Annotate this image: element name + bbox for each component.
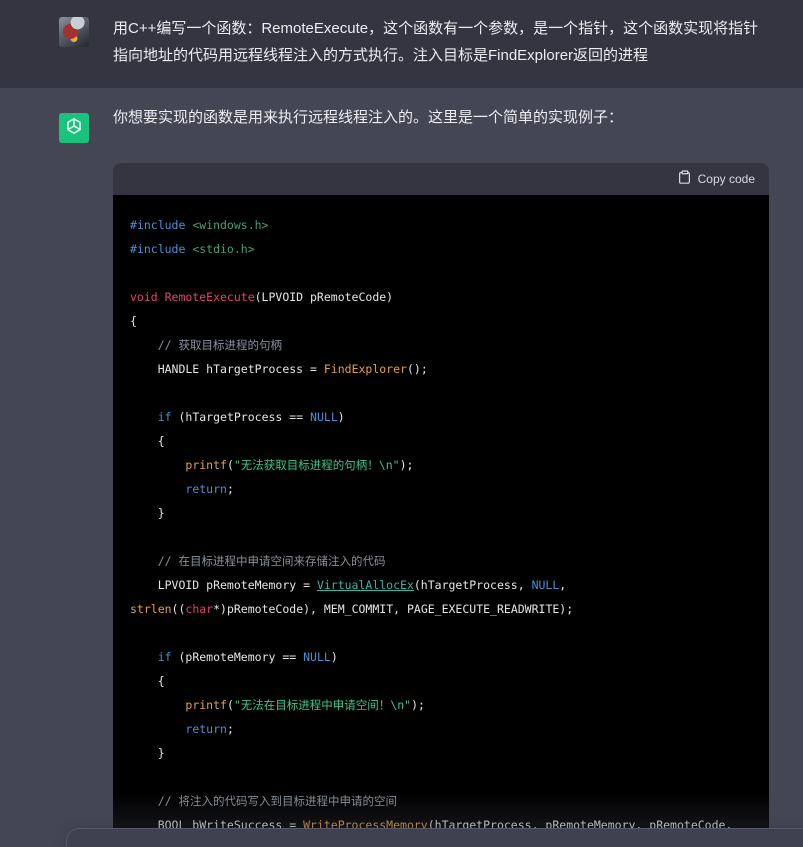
assistant-avatar bbox=[59, 113, 89, 143]
code-block-header: Copy code bbox=[113, 163, 769, 195]
code-line: printf("无法在目标进程中申请空间！\n"); bbox=[185, 698, 425, 712]
clipboard-icon bbox=[678, 170, 691, 188]
copy-code-button[interactable]: Copy code bbox=[678, 170, 755, 188]
copy-code-label: Copy code bbox=[697, 172, 755, 186]
code-body: #include <windows.h> #include <stdio.h> v… bbox=[113, 195, 769, 847]
openai-logo-icon bbox=[63, 115, 85, 142]
code-line: if (hTargetProcess == NULL) bbox=[157, 410, 345, 424]
code-line: return; bbox=[185, 482, 234, 496]
code-line: { bbox=[130, 434, 165, 448]
code-line: } bbox=[130, 506, 165, 520]
code-line: void RemoteExecute(LPVOID pRemoteCode) bbox=[130, 290, 394, 304]
code-line: printf("无法获取目标进程的句柄！\n"); bbox=[185, 458, 414, 472]
code-line: if (pRemoteMemory == NULL) bbox=[157, 650, 338, 664]
code-line: #include <windows.h> bbox=[130, 218, 269, 232]
code-line: HANDLE hTargetProcess = FindExplorer(); bbox=[130, 362, 428, 376]
code-line: { bbox=[130, 314, 137, 328]
user-message-row: 用C++编写一个函数：RemoteExecute，这个函数有一个参数，是一个指针… bbox=[0, 0, 803, 88]
code-block: Copy code #include <windows.h> #include <… bbox=[113, 163, 769, 847]
code-line: LPVOID pRemoteMemory = VirtualAllocEx(hT… bbox=[130, 578, 567, 592]
chat-page: { "user_message": { "text": "用C++编写一个函数：… bbox=[0, 0, 803, 847]
chat-input[interactable] bbox=[66, 828, 803, 847]
code-line: } bbox=[130, 746, 165, 760]
code-line: return; bbox=[185, 722, 234, 736]
assistant-message-row: 你想要实现的函数是用来执行远程线程注入的。这里是一个简单的实现例子： Copy … bbox=[0, 88, 803, 847]
user-message-text: 用C++编写一个函数：RemoteExecute，这个函数有一个参数，是一个指针… bbox=[113, 20, 759, 64]
code-line: strlen((char*)pRemoteCode), MEM_COMMIT, … bbox=[130, 602, 574, 616]
code-content: #include <windows.h> #include <stdio.h> v… bbox=[130, 213, 752, 837]
code-line: // 将注入的代码写入到目标进程中申请的空间 bbox=[130, 794, 397, 808]
code-line: { bbox=[130, 674, 165, 688]
code-line: #include <stdio.h> bbox=[130, 242, 255, 256]
assistant-intro-text: 你想要实现的函数是用来执行远程线程注入的。这里是一个简单的实现例子： bbox=[113, 109, 624, 126]
code-line: // 在目标进程中申请空间来存储注入的代码 bbox=[130, 554, 386, 568]
user-avatar bbox=[59, 17, 89, 47]
code-line: // 获取目标进程的句柄 bbox=[130, 338, 282, 352]
